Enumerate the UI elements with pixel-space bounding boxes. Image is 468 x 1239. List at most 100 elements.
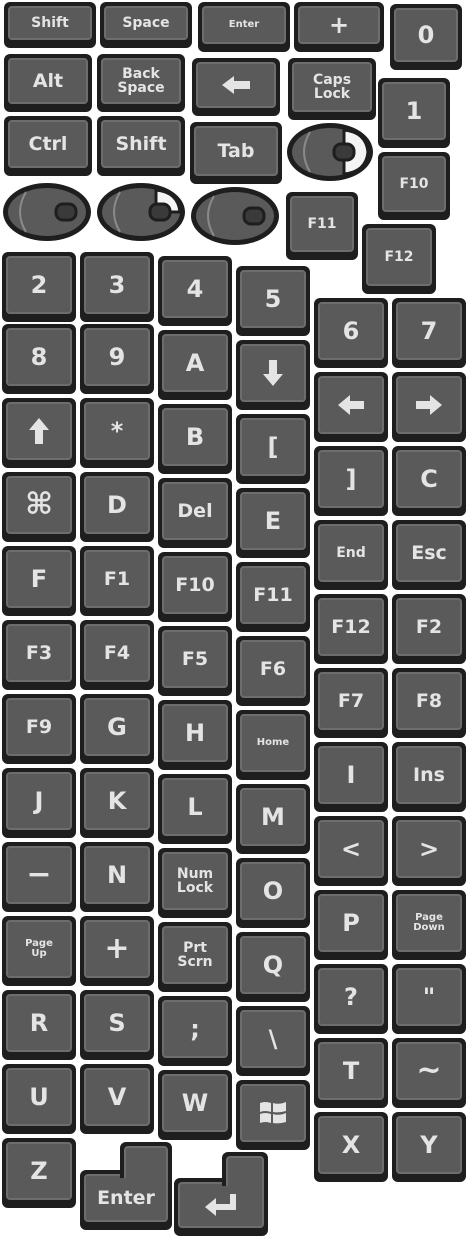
return-key-top-tab[interactable] [222,1152,268,1186]
delete-key[interactable]: Del [158,478,232,548]
key-s[interactable]: S [80,990,154,1060]
key-d[interactable]: D [80,472,154,542]
ctrl-key[interactable]: Ctrl [4,116,92,176]
key-5[interactable]: 5 [236,266,310,336]
plus-key-top-label: + [298,6,380,44]
down-arrow-key[interactable] [236,340,310,410]
plus-key-top[interactable]: + [294,2,384,52]
one-key[interactable]: 1 [378,78,450,148]
key-w[interactable]: W [158,1070,232,1140]
backspace-key[interactable]: Back Space [97,54,185,112]
key-l[interactable]: L [158,774,232,844]
key-u[interactable]: U [2,1064,76,1134]
escape-key[interactable]: Esc [392,520,466,590]
key-f6[interactable]: F6 [236,636,310,706]
left-bracket-key[interactable]: [ [236,414,310,484]
backspace-key-label: Back Space [101,58,181,104]
num-lock-key[interactable]: Num Lock [158,848,232,918]
end-key[interactable]: End [314,520,388,590]
insert-key[interactable]: Ins [392,742,466,812]
key-f8[interactable]: F8 [392,668,466,738]
key-e[interactable]: E [236,488,310,558]
key-v[interactable]: V [80,1064,154,1134]
alt-key[interactable]: Alt [4,54,92,112]
key-r[interactable]: R [2,990,76,1060]
key-4[interactable]: 4 [158,256,232,326]
right-bracket-key[interactable]: ] [314,446,388,516]
shift-key[interactable]: Shift [4,2,96,48]
enter-key-small[interactable]: Enter [198,2,290,52]
page-up-key[interactable]: Page Up [2,916,76,986]
key-j[interactable]: J [2,768,76,838]
key-c[interactable]: C [392,446,466,516]
page-down-key[interactable]: Page Down [392,890,466,960]
key-f3[interactable]: F3 [2,620,76,690]
question-key[interactable]: ? [314,964,388,1034]
key-k[interactable]: K [80,768,154,838]
capslock-key[interactable]: Caps Lock [288,58,376,120]
left-arrow-key-top[interactable] [192,58,280,116]
semicolon-key[interactable]: ; [158,996,232,1066]
f11-key-top[interactable]: F11 [286,192,358,260]
right-arrow-key[interactable] [392,372,466,442]
home-key[interactable]: Home [236,710,310,780]
return-key[interactable] [174,1178,268,1236]
minus-key[interactable]: − [2,842,76,912]
key-9[interactable]: 9 [80,324,154,394]
key-o[interactable]: O [236,858,310,928]
key-p[interactable]: P [314,890,388,960]
up-arrow-key[interactable] [2,398,76,468]
key-f10[interactable]: F10 [158,552,232,622]
quote-key[interactable]: " [392,964,466,1034]
less-than-key[interactable]: < [314,816,388,886]
f12-key-top[interactable]: F12 [362,224,436,294]
zero-key[interactable]: 0 [390,4,462,70]
key-f11[interactable]: F11 [236,562,310,632]
key-x[interactable]: X [314,1112,388,1182]
key-h[interactable]: H [158,700,232,770]
mouse-left-click-icon[interactable] [94,180,188,244]
f10-key-top[interactable]: F10 [378,152,450,220]
key-f9[interactable]: F9 [2,694,76,764]
tab-key[interactable]: Tab [190,122,282,184]
key-f7[interactable]: F7 [314,668,388,738]
plus-key[interactable]: + [80,916,154,986]
greater-than-key[interactable]: > [392,816,466,886]
left-arrow-key[interactable] [314,372,388,442]
mouse-scroll-icon[interactable] [188,184,282,248]
key-z[interactable]: Z [2,1138,76,1208]
key-8[interactable]: 8 [2,324,76,394]
print-screen-key[interactable]: Prt Scrn [158,922,232,992]
enter-key[interactable]: Enter [80,1170,172,1230]
key-7[interactable]: 7 [392,298,466,368]
key-n[interactable]: N [80,842,154,912]
key-2[interactable]: 2 [2,252,76,322]
key-6[interactable]: 6 [314,298,388,368]
space-key[interactable]: Space [100,2,192,48]
shift-key-label: Shift [8,6,92,40]
mouse-icon[interactable] [0,180,94,244]
key-f5[interactable]: F5 [158,626,232,696]
windows-key[interactable] [236,1080,310,1150]
key-3[interactable]: 3 [80,252,154,322]
tilde-key[interactable]: ~ [392,1038,466,1108]
backslash-key[interactable]: \ [236,1006,310,1076]
enter-key-top-tab[interactable] [120,1142,172,1178]
key-b[interactable]: B [158,404,232,474]
key-f1[interactable]: F1 [80,546,154,616]
key-f[interactable]: F [2,546,76,616]
key-q[interactable]: Q [236,932,310,1002]
key-t[interactable]: T [314,1038,388,1108]
key-f4[interactable]: F4 [80,620,154,690]
mouse-right-click-icon[interactable] [284,120,376,184]
key-g[interactable]: G [80,694,154,764]
key-y[interactable]: Y [392,1112,466,1182]
key-a[interactable]: A [158,330,232,400]
command-key[interactable]: ⌘ [2,472,76,542]
asterisk-key[interactable]: * [80,398,154,468]
key-f2[interactable]: F2 [392,594,466,664]
shift-key-mid[interactable]: Shift [97,116,185,176]
key-f12[interactable]: F12 [314,594,388,664]
key-m[interactable]: M [236,784,310,854]
key-i[interactable]: I [314,742,388,812]
